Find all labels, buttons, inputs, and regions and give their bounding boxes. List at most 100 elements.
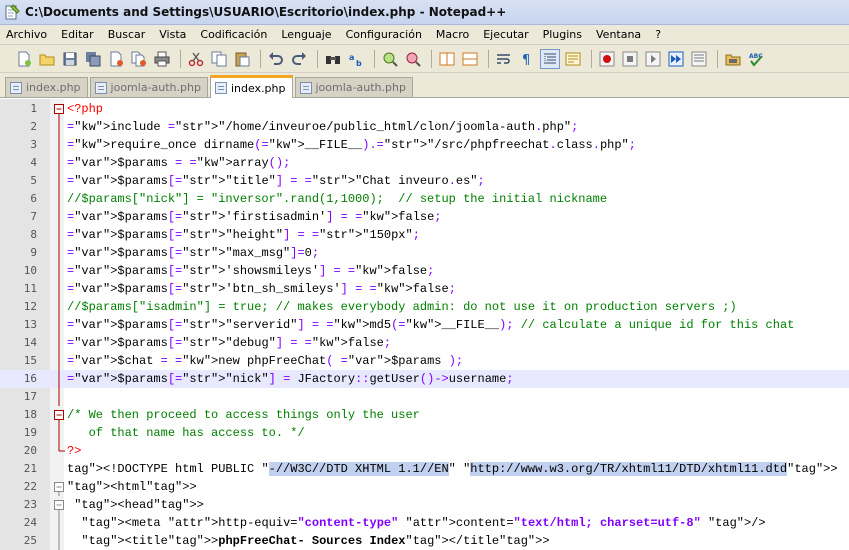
toolbar: ab ¶ ABC [0, 45, 849, 73]
code-line[interactable]: 9 ="var">$params[="str">"max_msg"]=0; [0, 244, 849, 262]
menu-configuracion[interactable]: Configuración [339, 28, 429, 41]
menu-buscar[interactable]: Buscar [101, 28, 153, 41]
code-text: ="var">$params[="str">'firstisadmin'] = … [67, 210, 442, 224]
user-defined-language-icon[interactable] [563, 49, 583, 69]
find-icon[interactable] [323, 49, 343, 69]
toolbar-separator [260, 49, 261, 68]
tab-bar: index.php joomla-auth.php index.php joom… [0, 73, 849, 98]
sync-horizontal-icon[interactable] [460, 49, 480, 69]
code-line[interactable]: 7 ="var">$params[="str">'firstisadmin'] =… [0, 208, 849, 226]
code-line[interactable]: 16 ="var">$params[="str">"nick"] = JFacto… [0, 370, 849, 388]
fold-line [58, 136, 60, 154]
menu-macro[interactable]: Macro [429, 28, 476, 41]
code-line[interactable]: 17 [0, 388, 849, 406]
spell-check-icon[interactable]: ABC [746, 49, 766, 69]
word-wrap-icon[interactable] [494, 49, 514, 69]
fold-line [58, 532, 60, 550]
menu-vista[interactable]: Vista [152, 28, 193, 41]
code-line[interactable]: 20 ?> [0, 442, 849, 460]
menu-ejecutar[interactable]: Ejecutar [476, 28, 535, 41]
open-file-icon[interactable] [37, 49, 57, 69]
code-line[interactable]: 8 ="var">$params[="str">"height"] = ="str… [0, 226, 849, 244]
print-icon[interactable] [152, 49, 172, 69]
code-line[interactable]: 13 ="var">$params[="str">"serverid"] = ="… [0, 316, 849, 334]
code-line[interactable]: 6 //$params["nick"] = "inversor".rand(1,1… [0, 190, 849, 208]
open-folder-icon[interactable] [723, 49, 743, 69]
fold-line [54, 500, 64, 514]
code-line[interactable]: 1 <?php [0, 100, 849, 118]
tab-index-php-1[interactable]: index.php [5, 77, 88, 97]
document-icon [214, 82, 227, 94]
record-macro-icon[interactable] [597, 49, 617, 69]
menu-ventana[interactable]: Ventana [589, 28, 648, 41]
paste-icon[interactable] [232, 49, 252, 69]
code-text: ="var">$params[="str">"serverid"] = ="kw… [67, 318, 795, 332]
code-line[interactable]: 24 "tag"><meta "attr">http-equiv="conten… [0, 514, 849, 532]
fold-toggle-icon[interactable] [53, 406, 65, 424]
zoom-out-icon[interactable] [403, 49, 423, 69]
menu-plugins[interactable]: Plugins [536, 28, 589, 41]
zoom-in-icon[interactable] [380, 49, 400, 69]
code-text: ="kw">require_once dirname(="kw">__FILE_… [67, 138, 636, 152]
code-text: //$params["isadmin"] = true; // makes ev… [67, 300, 737, 314]
tab-index-php-active[interactable]: index.php [209, 75, 293, 98]
menu-help[interactable]: ? [648, 28, 668, 41]
line-number: 8 [30, 228, 37, 241]
line-number: 24 [23, 516, 37, 529]
cut-icon[interactable] [186, 49, 206, 69]
redo-icon[interactable] [289, 49, 309, 69]
code-line[interactable]: 14 ="var">$params[="str">"debug"] = ="kw"… [0, 334, 849, 352]
code-line[interactable]: 18 /* We then proceed to access things on… [0, 406, 849, 424]
code-text: ="kw">include ="str">"/home/inveuroe/pub… [67, 120, 579, 134]
code-line[interactable]: 4 ="var">$params = ="kw">array(); [0, 154, 849, 172]
undo-icon[interactable] [266, 49, 286, 69]
code-line[interactable]: 23 "tag"><head"tag">> [0, 496, 849, 514]
menu-editar[interactable]: Editar [54, 28, 101, 41]
play-macro-icon[interactable] [643, 49, 663, 69]
code-text: <?php [67, 102, 104, 116]
line-number: 1 [30, 102, 37, 115]
fold-line [58, 298, 60, 316]
code-text: "tag"><html"tag">> [67, 480, 197, 494]
save-icon[interactable] [60, 49, 80, 69]
fold-toggle-icon[interactable] [53, 100, 65, 118]
fold-line [58, 352, 60, 370]
code-text: ="var">$params = ="kw">array(); [67, 156, 291, 170]
new-file-icon[interactable] [14, 49, 34, 69]
close-all-icon[interactable] [129, 49, 149, 69]
sync-vertical-icon[interactable] [437, 49, 457, 69]
code-text: "tag"><meta "attr">http-equiv="content-t… [81, 516, 766, 530]
menu-lenguaje[interactable]: Lenguaje [274, 28, 338, 41]
tab-joomla-auth-php-2[interactable]: joomla-auth.php [294, 77, 413, 97]
show-all-characters-icon[interactable]: ¶ [517, 49, 537, 69]
indent-guide-icon[interactable] [540, 48, 560, 69]
run-macro-multiple-icon[interactable] [666, 49, 686, 69]
code-line[interactable]: 5 ="var">$params[="str">"title"] = ="str"… [0, 172, 849, 190]
code-line[interactable]: 12 //$params["isadmin"] = true; // makes … [0, 298, 849, 316]
stop-recording-icon[interactable] [620, 49, 640, 69]
copy-icon[interactable] [209, 49, 229, 69]
code-line[interactable]: 22 "tag"><html"tag">> [0, 478, 849, 496]
code-line[interactable]: 11 ="var">$params[="str">'btn_sh_smileys'… [0, 280, 849, 298]
code-editor[interactable]: 1 <?php 2 ="kw">include ="str">"/home/inveu… [0, 99, 849, 550]
code-text: tag"><!DOCTYPE html PUBLIC "-//W3C//DTD … [67, 462, 838, 476]
menu-archivo[interactable]: Archivo [0, 28, 54, 41]
line-number: 14 [23, 336, 37, 349]
toolbar-separator [488, 49, 489, 68]
code-line[interactable]: 15 ="var">$chat = ="kw">new phpFreeChat( … [0, 352, 849, 370]
code-line[interactable]: 19 of that name has access to. */ [0, 424, 849, 442]
code-line[interactable]: 10 ="var">$params[="str">'showsmileys'] =… [0, 262, 849, 280]
replace-icon[interactable]: ab [346, 49, 366, 69]
code-line[interactable]: 25 "tag"><title"tag">>phpFreeChat- Sourc… [0, 532, 849, 550]
save-macro-icon[interactable] [689, 49, 709, 69]
close-file-icon[interactable] [106, 49, 126, 69]
code-line[interactable]: 21 tag"><!DOCTYPE html PUBLIC "-//W3C//DT… [0, 460, 849, 478]
tab-joomla-auth-php-1[interactable]: joomla-auth.php [89, 77, 208, 97]
save-all-icon[interactable] [83, 49, 103, 69]
code-text: ?> [67, 444, 82, 458]
code-line[interactable]: 3 ="kw">require_once dirname(="kw">__FILE… [0, 136, 849, 154]
code-line[interactable]: 2 ="kw">include ="str">"/home/inveuroe/pu… [0, 118, 849, 136]
menu-codificacion[interactable]: Codificación [193, 28, 274, 41]
line-number: 2 [30, 120, 37, 133]
code-text: ="var">$params[="str">"debug"] = ="kw">f… [67, 336, 392, 350]
